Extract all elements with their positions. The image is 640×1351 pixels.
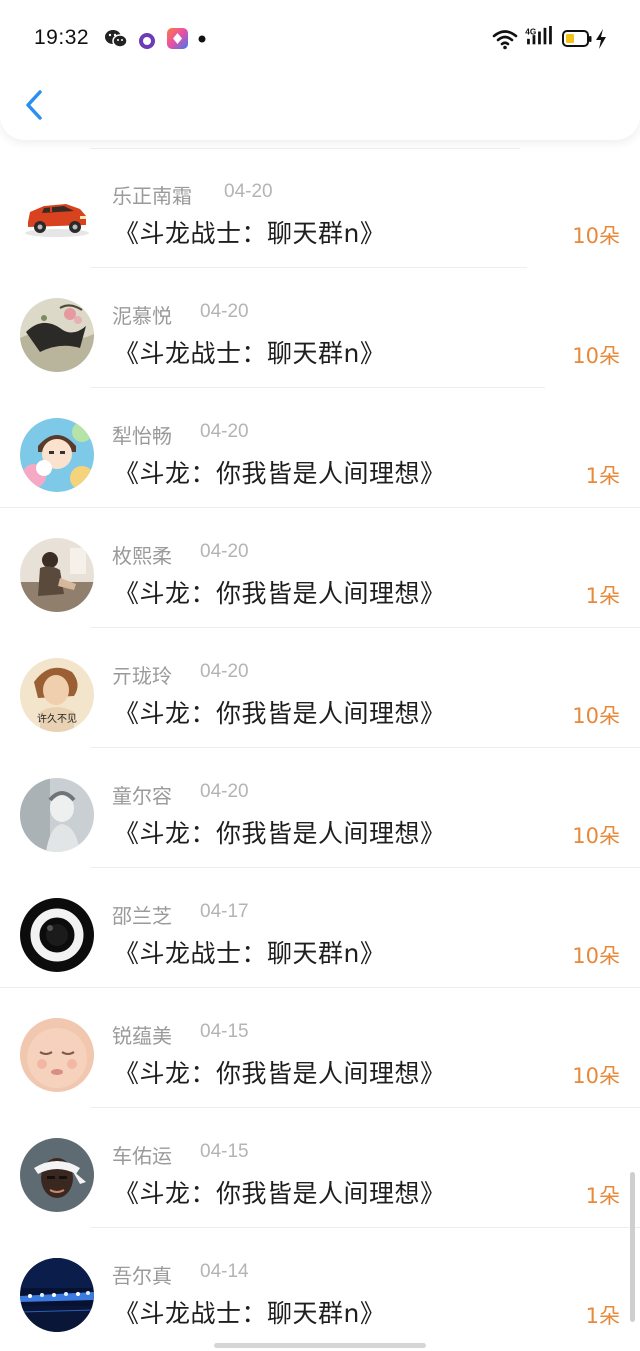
home-indicator[interactable]: [214, 1343, 426, 1348]
wifi-icon: [492, 30, 518, 50]
list-item[interactable]: 犁怡畅 04-20 《斗龙：你我皆是人间理想》 1朵: [0, 388, 640, 508]
sender-name: 邵兰芝: [112, 904, 172, 928]
list-item[interactable]: 乐正南霜 04-20 《斗龙战士：聊天群n》 10朵: [0, 148, 640, 268]
sender-name: 车佑运: [112, 1144, 172, 1168]
gift-title: 《斗龙：你我皆是人间理想》: [114, 1179, 446, 1208]
list-item[interactable]: 许久不见 亓珑玲 04-20 《斗龙：你我皆是人间理想》 10朵: [0, 628, 640, 748]
gift-title: 《斗龙：你我皆是人间理想》: [114, 699, 446, 728]
flower-count: 10朵: [572, 1064, 620, 1088]
flower-count: 1朵: [585, 464, 620, 488]
avatar[interactable]: [20, 298, 94, 372]
flower-count: 1朵: [585, 584, 620, 608]
gift-title: 《斗龙战士：聊天群n》: [114, 939, 386, 968]
sender-name: 童尔容: [112, 784, 172, 808]
more-dot-icon: [198, 35, 206, 43]
flower-count: 10朵: [572, 824, 620, 848]
gift-title: 《斗龙：你我皆是人间理想》: [114, 1059, 446, 1088]
status-time: 19:32: [34, 26, 90, 49]
gift-record-screen: 乐正南霜 04-20 《斗龙战士：聊天群n》 10朵 泥慕悦 04-20 《斗龙…: [0, 0, 640, 1351]
flower-count: 10朵: [572, 224, 620, 248]
cartoon-girl-avatar: [20, 418, 94, 492]
app-square-icon: [167, 28, 188, 49]
send-date: 04-17: [200, 901, 249, 922]
list-item[interactable]: 枚熙柔 04-20 《斗龙：你我皆是人间理想》 1朵: [0, 508, 640, 628]
sender-name: 枚熙柔: [112, 544, 172, 568]
sender-name: 犁怡畅: [112, 424, 172, 448]
avatar[interactable]: 许久不见: [20, 658, 94, 732]
sitting-person-avatar: [20, 538, 94, 612]
send-date: 04-20: [200, 541, 249, 562]
gift-title: 《斗龙：你我皆是人间理想》: [114, 459, 446, 488]
battery-icon: [562, 30, 592, 47]
chevron-left-icon: [26, 90, 42, 120]
car-avatar: [20, 178, 94, 252]
flower-count: 1朵: [585, 1304, 620, 1328]
gift-title: 《斗龙：你我皆是人间理想》: [114, 819, 446, 848]
grey-photo-avatar: [20, 778, 94, 852]
flower-count: 10朵: [572, 344, 620, 368]
send-date: 04-15: [200, 1141, 249, 1162]
night-lights-avatar: [20, 1258, 94, 1332]
avatar[interactable]: [20, 178, 94, 252]
avatar[interactable]: [20, 1138, 94, 1212]
send-date: 04-20: [200, 421, 249, 442]
gift-title: 《斗龙战士：聊天群n》: [114, 1299, 386, 1328]
header: 19:32 4G: [0, 0, 640, 140]
ring-avatar: [20, 898, 94, 972]
list-item[interactable]: 泥慕悦 04-20 《斗龙战士：聊天群n》 10朵: [0, 268, 640, 388]
send-date: 04-15: [200, 1021, 249, 1042]
signal-icon: 4G: [525, 26, 552, 45]
status-bar: 19:32 4G: [0, 0, 640, 78]
avatar[interactable]: [20, 418, 94, 492]
wechat-icon: [105, 30, 128, 48]
charge-icon: [596, 29, 606, 49]
scrollbar[interactable]: [630, 1172, 635, 1322]
gift-title: 《斗龙战士：聊天群n》: [114, 339, 386, 368]
list-item[interactable]: 邵兰芝 04-17 《斗龙战士：聊天群n》 10朵: [0, 868, 640, 988]
portrait-avatar: 许久不见: [20, 658, 94, 732]
gift-title: 《斗龙战士：聊天群n》: [114, 219, 386, 248]
sender-name: 锐蕴美: [112, 1024, 172, 1048]
list-item[interactable]: 车佑运 04-15 《斗龙：你我皆是人间理想》 1朵: [0, 1108, 640, 1228]
avatar[interactable]: [20, 898, 94, 972]
sender-name: 乐正南霜: [112, 184, 192, 208]
sender-name: 吾尔真: [112, 1264, 172, 1288]
sender-name: 泥慕悦: [112, 304, 172, 328]
svg-text:4G: 4G: [525, 27, 536, 36]
avatar[interactable]: [20, 1018, 94, 1092]
send-date: 04-14: [200, 1261, 249, 1282]
baby-avatar: [20, 1018, 94, 1092]
list-item[interactable]: 锐蕴美 04-15 《斗龙：你我皆是人间理想》 10朵: [0, 988, 640, 1108]
avatar-caption: 许久不见: [37, 713, 77, 725]
sender-name: 亓珑玲: [112, 664, 172, 688]
bandana-avatar: [20, 1138, 94, 1212]
dot-app-icon: [139, 33, 155, 49]
painting-avatar: [20, 298, 94, 372]
flower-count: 10朵: [572, 704, 620, 728]
send-date: 04-20: [200, 781, 249, 802]
list-item[interactable]: 童尔容 04-20 《斗龙：你我皆是人间理想》 10朵: [0, 748, 640, 868]
back-button[interactable]: [18, 84, 54, 128]
send-date: 04-20: [200, 661, 249, 682]
flower-count: 10朵: [572, 944, 620, 968]
send-date: 04-20: [224, 181, 273, 202]
gift-title: 《斗龙：你我皆是人间理想》: [114, 579, 446, 608]
avatar[interactable]: [20, 778, 94, 852]
avatar[interactable]: [20, 1258, 94, 1332]
list-item[interactable]: 吾尔真 04-14 《斗龙战士：聊天群n》 1朵: [0, 1228, 640, 1348]
send-date: 04-20: [200, 301, 249, 322]
flower-count: 1朵: [585, 1184, 620, 1208]
avatar[interactable]: [20, 538, 94, 612]
